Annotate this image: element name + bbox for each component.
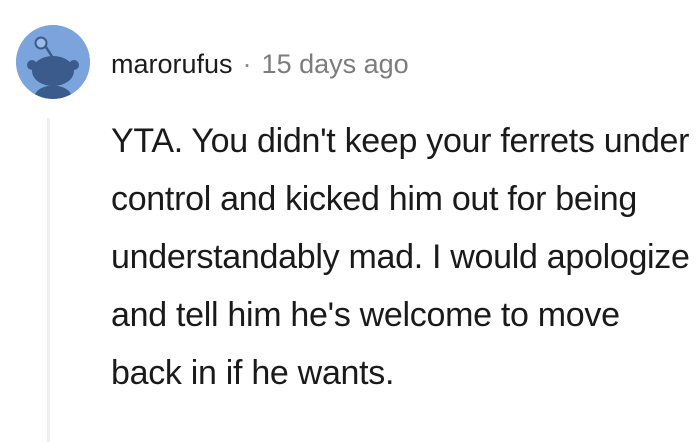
meta-separator: · xyxy=(242,48,252,79)
avatar[interactable] xyxy=(16,25,90,99)
thread-line[interactable] xyxy=(47,118,50,442)
comment: marorufus · 15 days ago YTA. You didn't … xyxy=(0,0,700,442)
comment-meta: marorufus · 15 days ago xyxy=(111,44,409,84)
snoo-avatar-icon xyxy=(16,25,90,99)
comment-body: YTA. You didn't keep your ferrets under … xyxy=(111,122,690,392)
comment-timestamp[interactable]: 15 days ago xyxy=(262,49,409,80)
comment-author[interactable]: marorufus xyxy=(111,49,233,80)
